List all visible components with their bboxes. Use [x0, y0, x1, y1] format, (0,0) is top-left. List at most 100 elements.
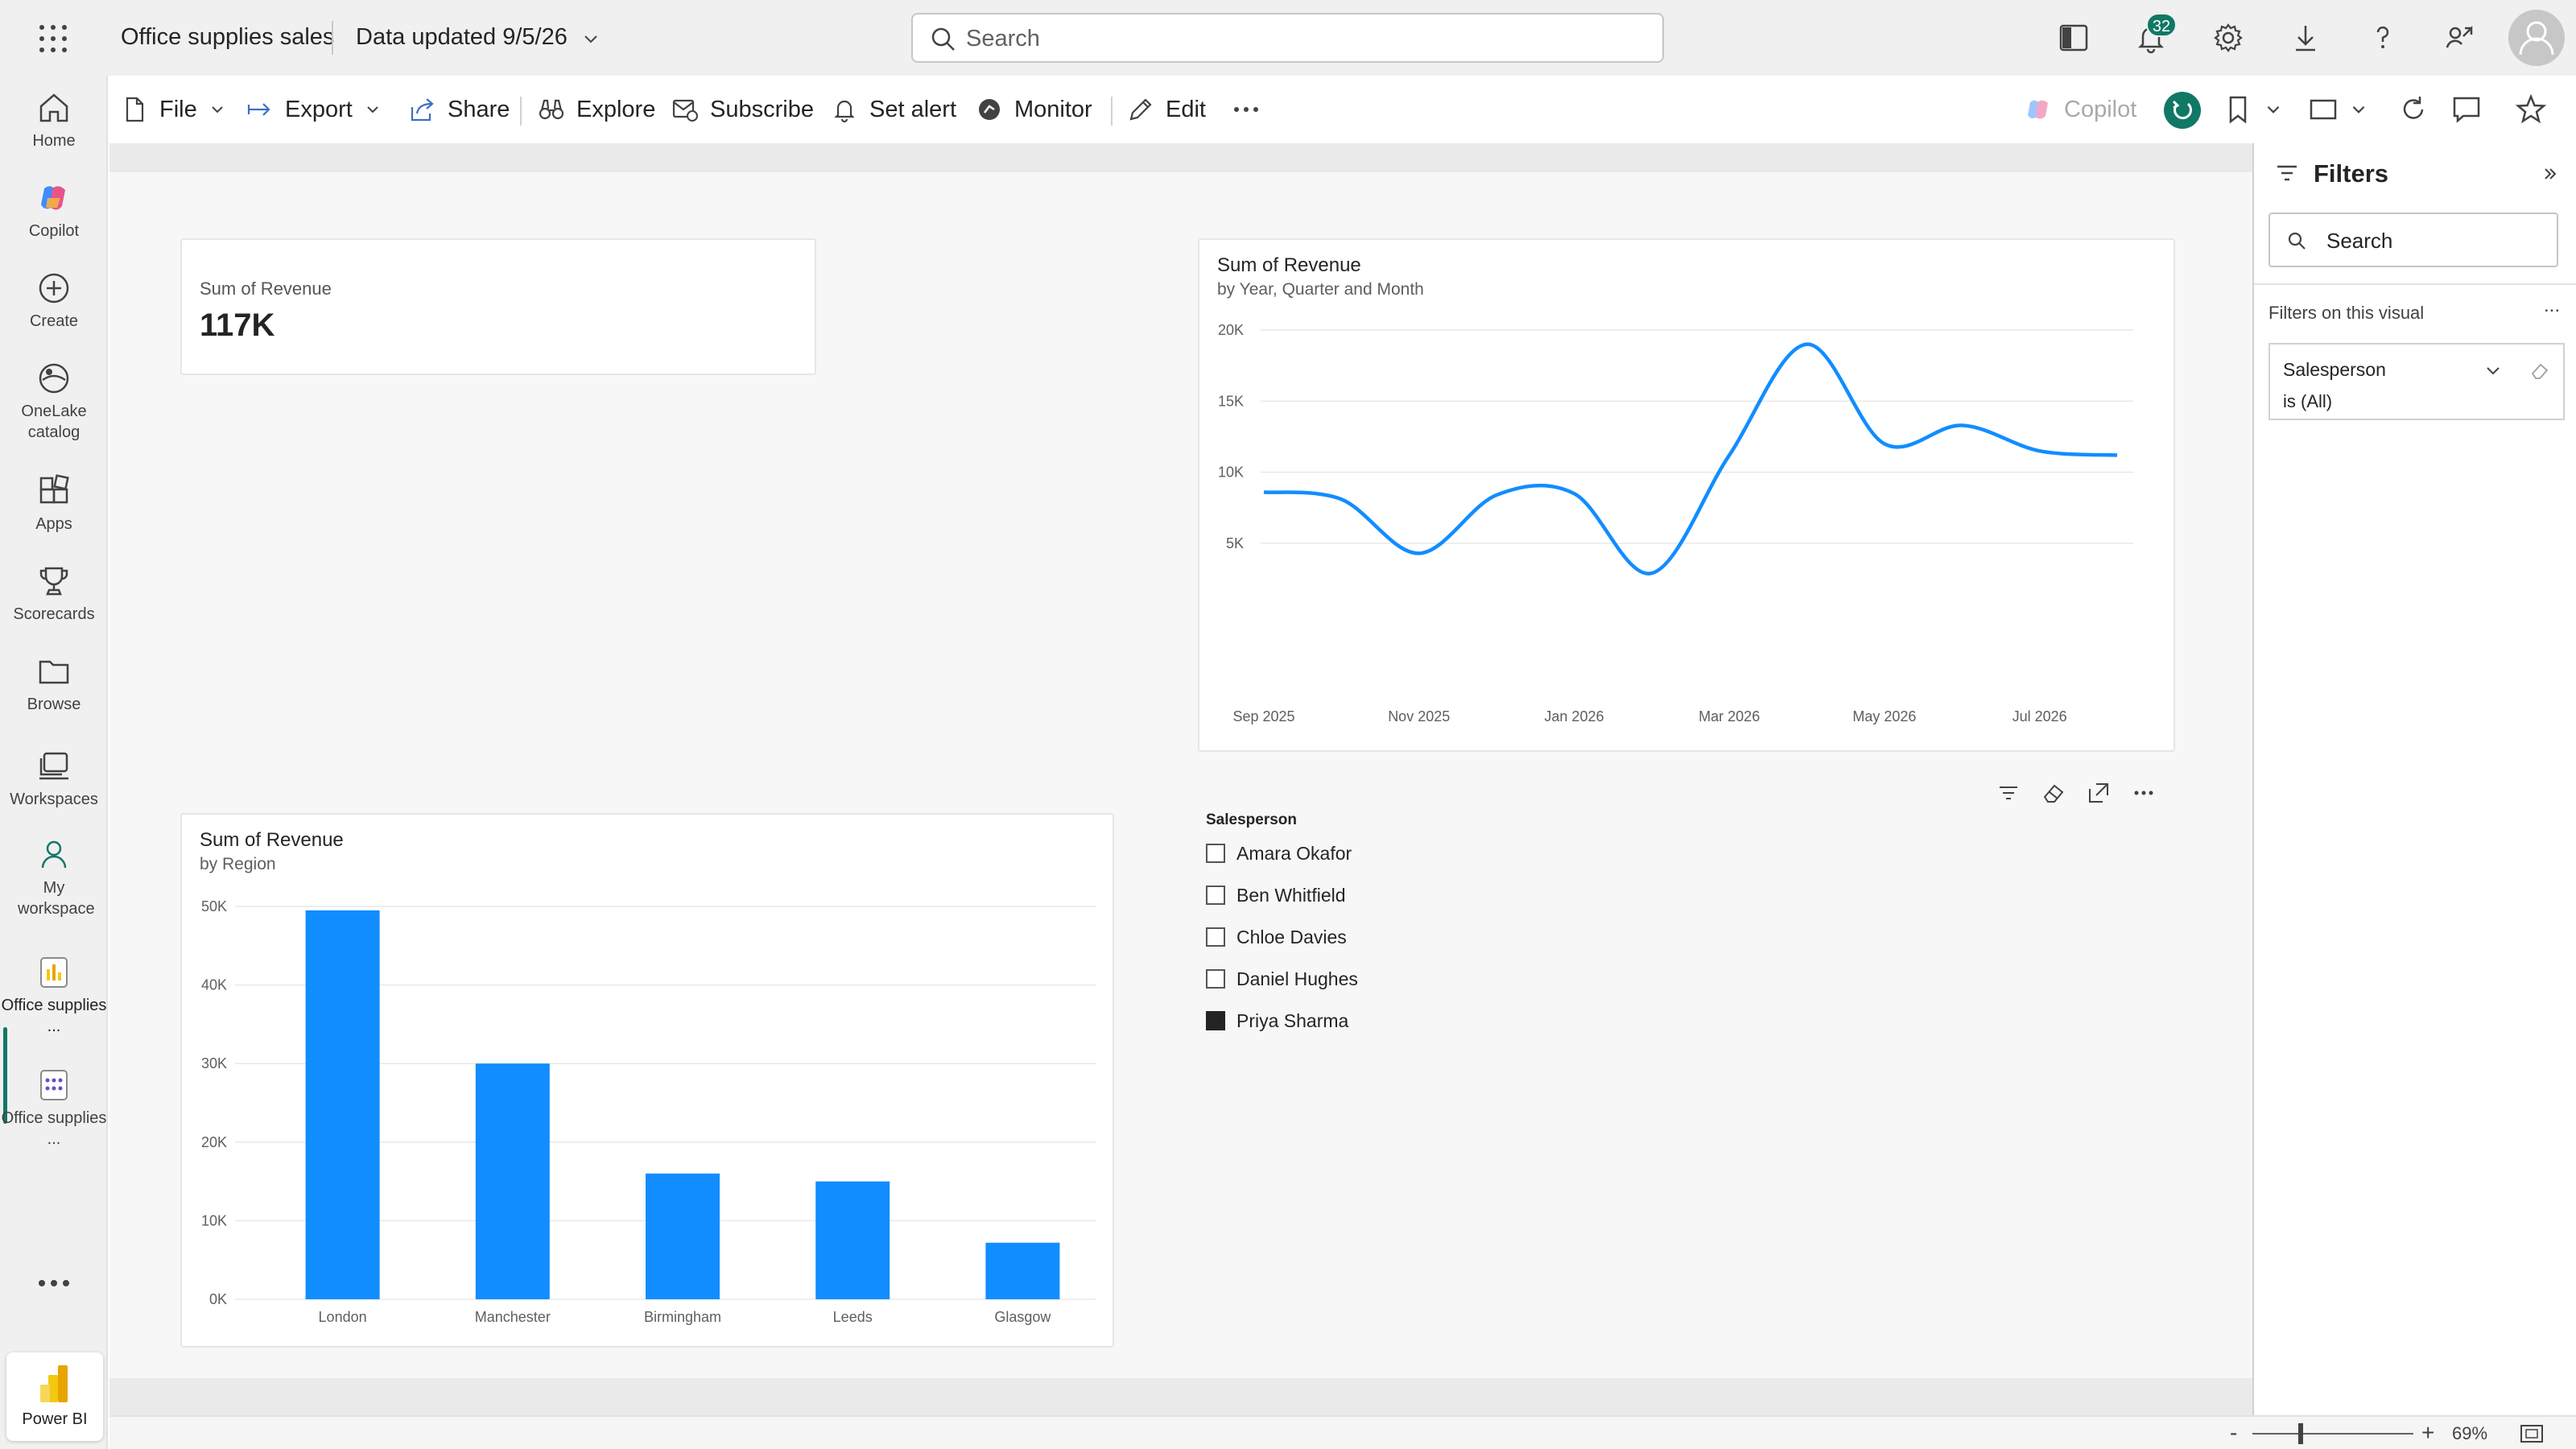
- share-feedback-icon[interactable]: [2444, 22, 2476, 54]
- nav-item-home[interactable]: Home: [0, 90, 108, 151]
- avatar[interactable]: [2508, 10, 2565, 66]
- slicer-item[interactable]: Amara Okafor: [1206, 837, 1352, 869]
- app-launcher-icon[interactable]: [37, 23, 69, 55]
- nav-label: Create: [29, 312, 79, 330]
- filters-search[interactable]: [2268, 213, 2558, 267]
- eraser-icon[interactable]: [2529, 361, 2550, 382]
- set-alert-button[interactable]: Set alert: [831, 92, 956, 127]
- separator: [520, 97, 522, 126]
- gear-icon[interactable]: [2212, 22, 2244, 54]
- x-tick-label: Glasgow: [994, 1309, 1051, 1325]
- filters-more-button[interactable]: ...: [2544, 295, 2560, 317]
- nav-item-onelake-catalog[interactable]: OneLake catalog: [0, 361, 108, 443]
- y-tick-label: 50K: [201, 898, 227, 914]
- filters-search-input[interactable]: [2326, 227, 2544, 254]
- eraser-icon[interactable]: [2040, 779, 2067, 807]
- monitor-button[interactable]: Monitor: [976, 92, 1092, 127]
- search-input[interactable]: [966, 24, 1642, 53]
- onelake-icon: [39, 363, 69, 394]
- nav-item-office-supplies-model[interactable]: Office supplies ...: [0, 1067, 108, 1150]
- checkbox[interactable]: [1206, 844, 1225, 863]
- nav-label: My workspace: [18, 879, 95, 918]
- checkbox[interactable]: [1206, 969, 1225, 989]
- bell-icon: [834, 100, 855, 123]
- line-chart[interactable]: 5K 10K 15K 20K Sep 2025 Nov 2025 Jan 2026 Mar 2…: [1199, 240, 2174, 750]
- slicer-item-label: Chloe Davies: [1236, 926, 1347, 947]
- filters-title: Filters: [2314, 159, 2389, 188]
- bar-chart[interactable]: 0K 10K 20K 30K 40K 50K London Manchester Birming…: [182, 815, 1113, 1346]
- download-icon[interactable]: [2289, 22, 2322, 54]
- nav-item-apps[interactable]: Apps: [0, 473, 108, 535]
- slicer-item[interactable]: Daniel Hughes: [1206, 963, 1358, 995]
- nav-item-browse[interactable]: Browse: [0, 654, 108, 715]
- chevron-down-icon[interactable]: [2349, 100, 2368, 119]
- filter-icon[interactable]: [1995, 779, 2022, 807]
- subscribe-icon: [672, 99, 698, 122]
- folder-icon: [39, 660, 69, 684]
- edit-button[interactable]: Edit: [1127, 92, 1206, 127]
- favorite-icon[interactable]: [2515, 93, 2547, 126]
- fit-to-page-icon[interactable]: [2520, 1423, 2544, 1444]
- filter-card[interactable]: Salesperson is (All): [2268, 343, 2565, 420]
- app-title[interactable]: Office supplies sales: [121, 24, 334, 51]
- zoom-slider-thumb[interactable]: [2298, 1423, 2303, 1444]
- chevron-down-icon[interactable]: [2483, 361, 2504, 382]
- global-search[interactable]: [911, 13, 1664, 63]
- file-menu-button[interactable]: File: [121, 92, 226, 127]
- x-tick-label: Sep 2025: [1232, 708, 1294, 724]
- nav-item-workspaces[interactable]: Workspaces: [0, 749, 108, 810]
- nav-item-create[interactable]: Create: [0, 270, 108, 332]
- chevron-down-icon[interactable]: [2264, 100, 2283, 119]
- slicer-item[interactable]: Ben Whitfield: [1206, 879, 1346, 911]
- filters-section-label: Filters on this visual: [2268, 303, 2425, 323]
- checkbox[interactable]: [1206, 886, 1225, 905]
- share-icon: [411, 98, 434, 122]
- slicer-item[interactable]: Chloe Davies: [1206, 921, 1347, 953]
- zoom-slider[interactable]: [2252, 1433, 2413, 1435]
- panel-toggle-icon[interactable]: [2058, 22, 2090, 54]
- slicer-item[interactable]: Priya Sharma: [1206, 1005, 1348, 1037]
- more-icon[interactable]: [1230, 93, 1262, 126]
- data-updated-label[interactable]: Data updated 9/5/26: [356, 24, 568, 51]
- export-icon: [247, 103, 270, 116]
- nav-item-office-supplies-report[interactable]: Office supplies ...: [0, 955, 108, 1037]
- zoom-level: 69%: [2452, 1423, 2488, 1443]
- bar-chart-card[interactable]: Sum of Revenue by Region 0K 10K 20K 30K 40K 5…: [180, 813, 1114, 1348]
- help-icon[interactable]: [2367, 22, 2399, 54]
- zoom-in-button[interactable]: +: [2421, 1420, 2434, 1446]
- share-button[interactable]: Share: [409, 92, 510, 127]
- nav-item-scorecards[interactable]: Scorecards: [0, 564, 108, 625]
- y-tick-label: 0K: [209, 1291, 227, 1307]
- copilot-button[interactable]: Copilot: [2025, 92, 2136, 127]
- kpi-card[interactable]: Sum of Revenue 117K: [180, 238, 816, 375]
- bookmark-icon[interactable]: [2222, 93, 2254, 126]
- refresh-icon[interactable]: [2397, 93, 2429, 126]
- search-icon: [2288, 232, 2306, 250]
- nav-item-my-workspace[interactable]: My workspace: [0, 837, 108, 919]
- subscribe-button[interactable]: Subscribe: [671, 92, 814, 127]
- more-options-icon[interactable]: [2130, 779, 2157, 807]
- bar-leeds: [815, 1181, 890, 1299]
- chevron-down-icon[interactable]: [581, 29, 601, 48]
- divider: [2254, 283, 2576, 285]
- separator: [1111, 97, 1113, 126]
- semantic-model-icon: [40, 1070, 68, 1100]
- checkbox[interactable]: [1206, 1011, 1225, 1030]
- checkbox[interactable]: [1206, 927, 1225, 947]
- copilot-label: Copilot: [2064, 96, 2137, 122]
- zoom-out-button[interactable]: -: [2230, 1420, 2237, 1446]
- line-chart-card[interactable]: Sum of Revenue by Year, Quarter and Mont…: [1198, 238, 2175, 752]
- explore-label: Explore: [576, 96, 656, 122]
- comment-icon[interactable]: [2450, 93, 2483, 126]
- collapse-icon[interactable]: [2541, 164, 2560, 184]
- nav-item-copilot[interactable]: Copilot: [0, 180, 108, 242]
- share-label: Share: [448, 96, 510, 122]
- export-menu-button[interactable]: Export: [246, 92, 382, 127]
- more-icon[interactable]: [35, 1275, 72, 1291]
- powerbi-switcher[interactable]: Power BI: [6, 1352, 103, 1441]
- view-icon[interactable]: [2307, 93, 2339, 126]
- focus-mode-icon[interactable]: [2085, 779, 2112, 807]
- explore-button[interactable]: Explore: [538, 92, 655, 127]
- y-tick-label: 40K: [201, 977, 227, 993]
- reset-button[interactable]: [2164, 92, 2201, 129]
